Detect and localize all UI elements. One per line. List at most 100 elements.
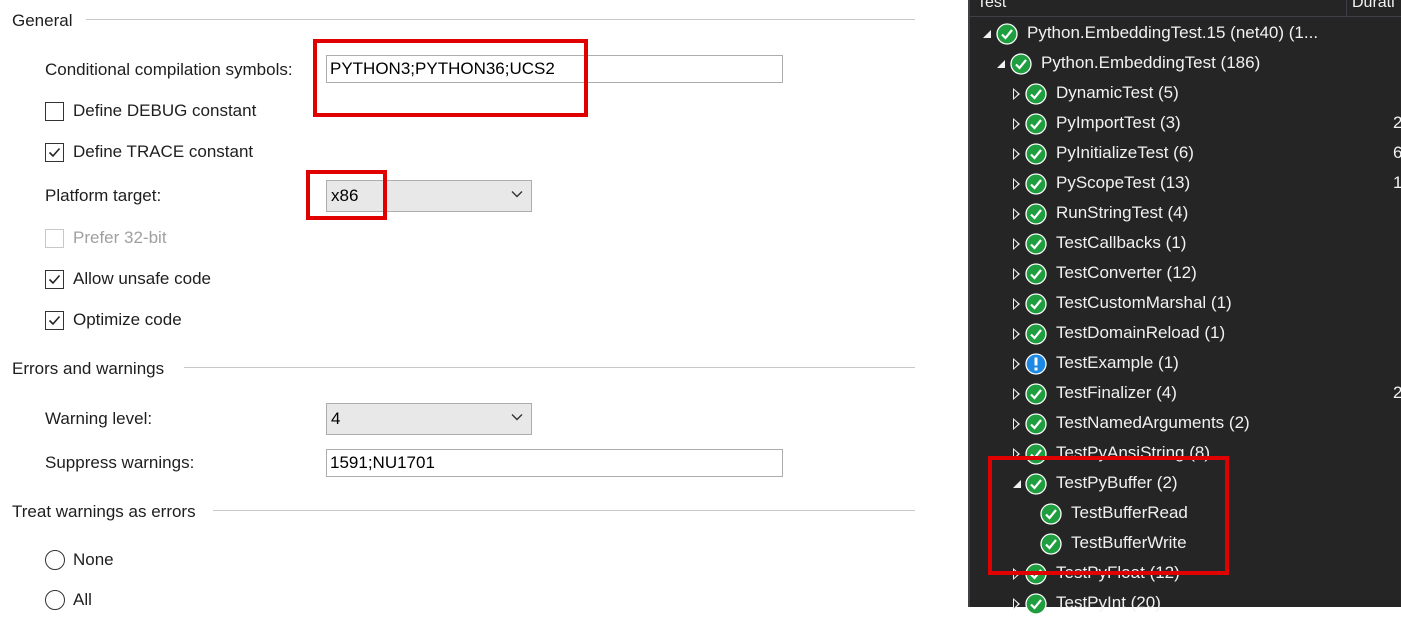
test-name: PyScopeTest (13) — [1056, 173, 1191, 192]
test-tree-row[interactable]: PyInitializeTest (6) 6 — [970, 139, 1401, 169]
conditional-symbols-label: Conditional compilation symbols: — [45, 60, 293, 79]
test-tree-row[interactable]: Python.EmbeddingTest (186) — [970, 49, 1401, 79]
project-properties-build-pane: General Conditional compilation symbols:… — [0, 0, 968, 610]
test-passed-icon — [996, 23, 1018, 45]
test-passed-icon — [1025, 143, 1047, 165]
test-tree-row[interactable]: PyScopeTest (13) 1 — [970, 169, 1401, 199]
checkmark-icon — [48, 274, 61, 285]
checkmark-icon — [48, 147, 61, 158]
treat-warnings-none-radio[interactable] — [45, 550, 65, 570]
expand-arrow-right-icon[interactable] — [1013, 88, 1020, 100]
checkmark-icon — [48, 315, 61, 326]
chevron-down-icon — [511, 191, 523, 198]
test-passed-icon — [1025, 233, 1047, 255]
column-header-test[interactable]: Test — [977, 0, 1006, 12]
warning-level-label: Warning level: — [45, 409, 153, 428]
test-passed-icon — [1025, 383, 1047, 405]
test-name: RunStringTest (4) — [1056, 203, 1189, 222]
test-passed-icon — [1025, 293, 1047, 315]
expand-arrow-right-icon[interactable] — [1013, 328, 1020, 340]
expand-arrow-right-icon[interactable] — [1013, 208, 1020, 220]
test-tree-row[interactable]: TestExample (1) — [970, 349, 1401, 379]
test-name: Python.EmbeddingTest (186) — [1041, 53, 1261, 72]
test-name: TestNamedArguments (2) — [1056, 413, 1250, 432]
test-name: TestCustomMarshal (1) — [1056, 293, 1232, 312]
expand-arrow-right-icon[interactable] — [1013, 358, 1020, 370]
test-tree-row[interactable]: DynamicTest (5) — [970, 79, 1401, 109]
treat-warnings-all-label: All — [73, 590, 92, 609]
warning-level-select[interactable]: 4 — [326, 403, 532, 435]
section-errors-title: Errors and warnings — [12, 359, 165, 378]
expand-arrow-right-icon[interactable] — [1013, 238, 1020, 250]
test-tree-row[interactable]: TestCustomMarshal (1) — [970, 289, 1401, 319]
section-general-title: General — [12, 11, 73, 30]
highlight-box-testpybuffer — [988, 456, 1229, 575]
expand-arrow-right-icon[interactable] — [1013, 598, 1020, 610]
section-divider — [86, 19, 915, 20]
test-name: TestConverter (12) — [1056, 263, 1197, 282]
test-duration: 2 — [1393, 113, 1401, 132]
test-tree-row[interactable]: RunStringTest (4) — [970, 199, 1401, 229]
define-trace-label: Define TRACE constant — [73, 142, 254, 161]
test-name: TestCallbacks (1) — [1056, 233, 1187, 252]
test-passed-icon — [1010, 53, 1032, 75]
expand-arrow-right-icon[interactable] — [1013, 268, 1020, 280]
test-passed-icon — [1025, 173, 1047, 195]
test-name: TestFinalizer (4) — [1056, 383, 1177, 402]
platform-target-label: Platform target: — [45, 186, 162, 205]
test-name: PyInitializeTest (6) — [1056, 143, 1194, 162]
section-treat-warnings-title: Treat warnings as errors — [12, 502, 196, 521]
column-separator[interactable] — [1346, 0, 1347, 16]
allow-unsafe-label: Allow unsafe code — [73, 269, 211, 288]
treat-warnings-none-label: None — [73, 550, 114, 569]
suppress-warnings-input[interactable]: 1591;NU1701 — [326, 449, 783, 477]
suppress-warnings-label: Suppress warnings: — [45, 453, 195, 472]
allow-unsafe-checkbox[interactable] — [45, 270, 64, 289]
expand-arrow-right-icon[interactable] — [1013, 298, 1020, 310]
test-name: TestDomainReload (1) — [1056, 323, 1226, 342]
expand-arrow-right-icon[interactable] — [1013, 178, 1020, 190]
chevron-down-icon — [511, 414, 523, 421]
test-tree-row[interactable]: Python.EmbeddingTest.15 (net40) (1... — [970, 19, 1401, 49]
treat-warnings-all-radio[interactable] — [45, 590, 65, 610]
highlight-box-platform — [306, 170, 387, 220]
test-passed-icon — [1025, 203, 1047, 225]
optimize-code-label: Optimize code — [73, 310, 182, 329]
test-tree-row[interactable]: PyImportTest (3) 2 — [970, 109, 1401, 139]
prefer-32bit-label: Prefer 32-bit — [73, 228, 167, 247]
test-explorer-header: Test Durati — [970, 0, 1401, 17]
expand-arrow-right-icon[interactable] — [1013, 418, 1020, 430]
test-tree-row[interactable]: TestNamedArguments (2) — [970, 409, 1401, 439]
test-name: TestExample (1) — [1056, 353, 1179, 372]
highlight-box-symbols — [313, 39, 588, 117]
test-tree-row[interactable]: TestFinalizer (4) 2 — [970, 379, 1401, 409]
test-duration: 2 — [1393, 383, 1401, 402]
expand-arrow-right-icon[interactable] — [1013, 148, 1020, 160]
test-name: TestPyInt (20) — [1056, 593, 1161, 612]
column-header-duration[interactable]: Durati — [1352, 0, 1395, 12]
test-duration: 6 — [1393, 143, 1401, 162]
test-passed-icon — [1025, 263, 1047, 285]
test-name: DynamicTest (5) — [1056, 83, 1179, 102]
test-tree-row[interactable]: TestConverter (12) — [970, 259, 1401, 289]
section-divider — [184, 367, 915, 368]
test-duration: 1 — [1393, 173, 1401, 192]
test-passed-icon — [1025, 83, 1047, 105]
expand-arrow-down-icon[interactable] — [997, 60, 1005, 68]
expand-arrow-right-icon[interactable] — [1013, 118, 1020, 130]
prefer-32bit-checkbox[interactable] — [45, 229, 64, 248]
define-debug-checkbox[interactable] — [45, 102, 64, 121]
test-passed-icon — [1025, 593, 1047, 615]
test-passed-icon — [1025, 113, 1047, 135]
expand-arrow-right-icon[interactable] — [1013, 388, 1020, 400]
warning-level-value: 4 — [331, 409, 341, 428]
test-tree-row[interactable]: TestCallbacks (1) — [970, 229, 1401, 259]
test-tree-row[interactable]: TestPyInt (20) — [970, 589, 1401, 619]
test-tree-row[interactable]: TestDomainReload (1) — [970, 319, 1401, 349]
expand-arrow-down-icon[interactable] — [983, 30, 991, 38]
define-debug-label: Define DEBUG constant — [73, 101, 257, 120]
optimize-code-checkbox[interactable] — [45, 311, 64, 330]
test-passed-icon — [1025, 413, 1047, 435]
test-name: PyImportTest (3) — [1056, 113, 1181, 132]
define-trace-checkbox[interactable] — [45, 143, 64, 162]
